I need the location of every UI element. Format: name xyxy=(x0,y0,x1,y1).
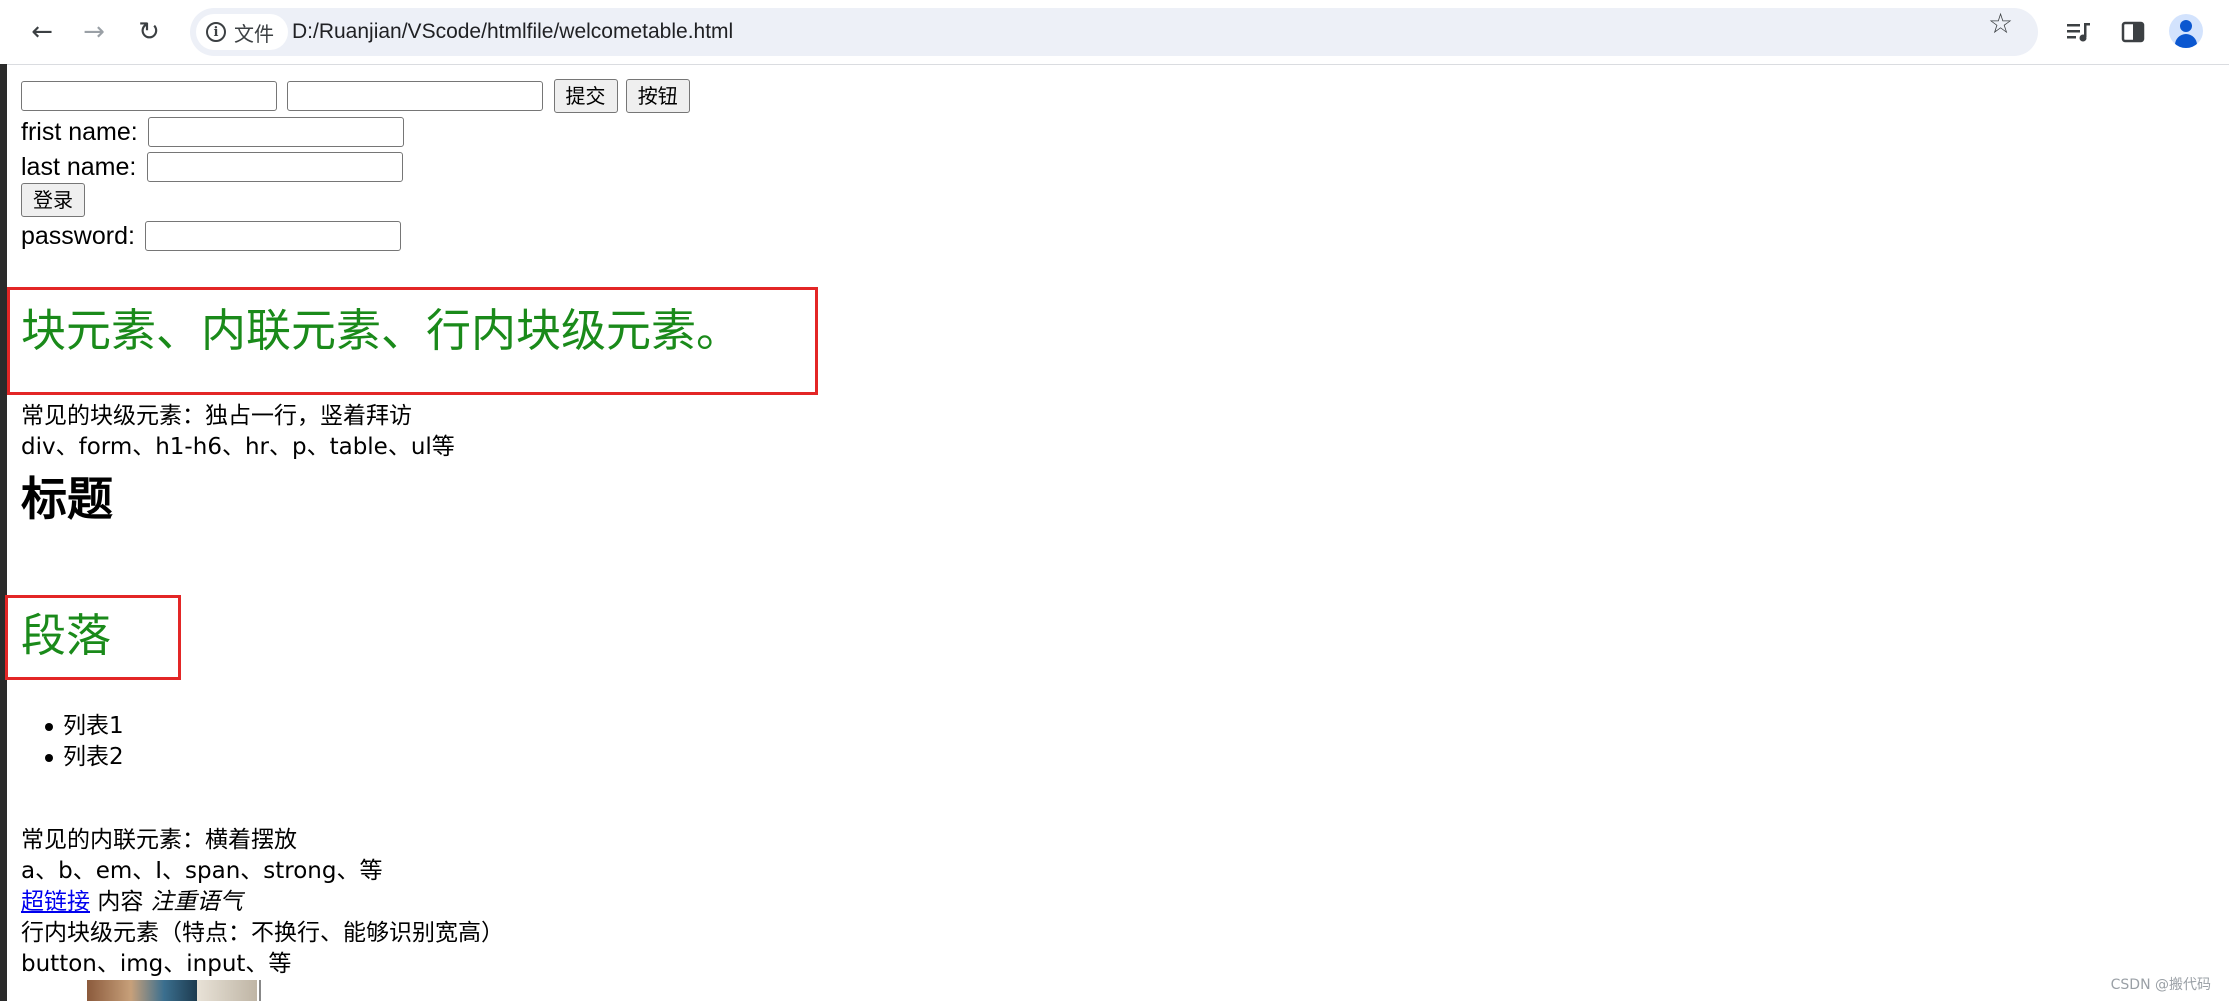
media-queue-icon[interactable] xyxy=(2063,16,2095,48)
submit-button[interactable]: 提交 xyxy=(553,79,618,114)
inline-block-desc-2: button、img、input、等 xyxy=(21,951,292,977)
inline-desc-2: a、b、em、I、span、strong、等 xyxy=(21,858,383,884)
url-text[interactable]: D:/Ruanjian/VScode/htmlfile/welcometable… xyxy=(292,8,733,56)
page-content: 提交 按钮 frist name: last name: 登录 password… xyxy=(5,65,2229,1001)
password-label: password: xyxy=(21,221,135,250)
site-info-label: 文件 xyxy=(234,21,274,46)
login-button[interactable]: 登录 xyxy=(21,183,85,218)
login-row: 登录 xyxy=(21,183,85,218)
block-heading: 块元素、内联元素、行内块级元素。 xyxy=(21,304,742,357)
profile-avatar-icon[interactable] xyxy=(2169,14,2203,48)
inline-block-desc-1: 行内块级元素（特点：不换行、能够识别宽高） xyxy=(21,920,504,946)
password-row: password: xyxy=(21,219,402,252)
section-title: 标题 xyxy=(21,472,113,526)
emphasis-text: 注重语气 xyxy=(150,889,243,915)
address-bar[interactable]: i 文件 D:/Ruanjian/VScode/htmlfile/welcome… xyxy=(190,8,2038,56)
image-partial xyxy=(87,980,333,1001)
first-name-input[interactable] xyxy=(147,117,404,148)
block-desc-1: 常见的块级元素：独占一行，竖着拜访 xyxy=(21,403,412,429)
form-row-top: 提交 按钮 xyxy=(21,79,690,114)
text-input-2[interactable] xyxy=(287,81,544,112)
block-desc-2: div、form、h1-h6、hr、p、table、ul等 xyxy=(21,434,455,460)
content-text: 内容 xyxy=(97,889,144,915)
last-name-row: last name: xyxy=(21,150,403,183)
inline-desc-1: 常见的内联元素：横着摆放 xyxy=(21,827,297,853)
bookmark-star-icon[interactable]: ☆ xyxy=(1988,10,2013,38)
text-input-1[interactable] xyxy=(21,81,277,112)
hyperlink[interactable]: 超链接 xyxy=(21,889,90,915)
last-name-label: last name: xyxy=(21,152,137,181)
side-panel-icon[interactable] xyxy=(2117,16,2149,48)
list-item: 列表2 xyxy=(45,742,124,773)
generic-button[interactable]: 按钮 xyxy=(625,79,690,114)
back-icon[interactable]: ← xyxy=(24,14,60,50)
window-edge xyxy=(0,64,7,1001)
bullet-list: 列表1 列表2 xyxy=(45,711,124,773)
inline-demo-row: 超链接 内容 注重语气 xyxy=(21,887,243,918)
last-name-input[interactable] xyxy=(146,152,403,183)
reload-icon[interactable]: ↻ xyxy=(131,14,167,50)
paragraph-text: 段落 xyxy=(21,609,112,662)
site-info-chip[interactable]: i 文件 xyxy=(196,14,288,50)
info-icon: i xyxy=(206,22,226,42)
first-name-row: frist name: xyxy=(21,115,404,148)
password-input[interactable] xyxy=(145,221,402,252)
forward-icon[interactable]: → xyxy=(76,14,112,50)
watermark: CSDN @搬代码 xyxy=(2110,977,2211,993)
first-name-label: frist name: xyxy=(21,117,138,146)
browser-toolbar: ← → ↻ i 文件 D:/Ruanjian/VScode/htmlfile/w… xyxy=(0,0,2229,65)
list-item: 列表1 xyxy=(45,711,124,742)
